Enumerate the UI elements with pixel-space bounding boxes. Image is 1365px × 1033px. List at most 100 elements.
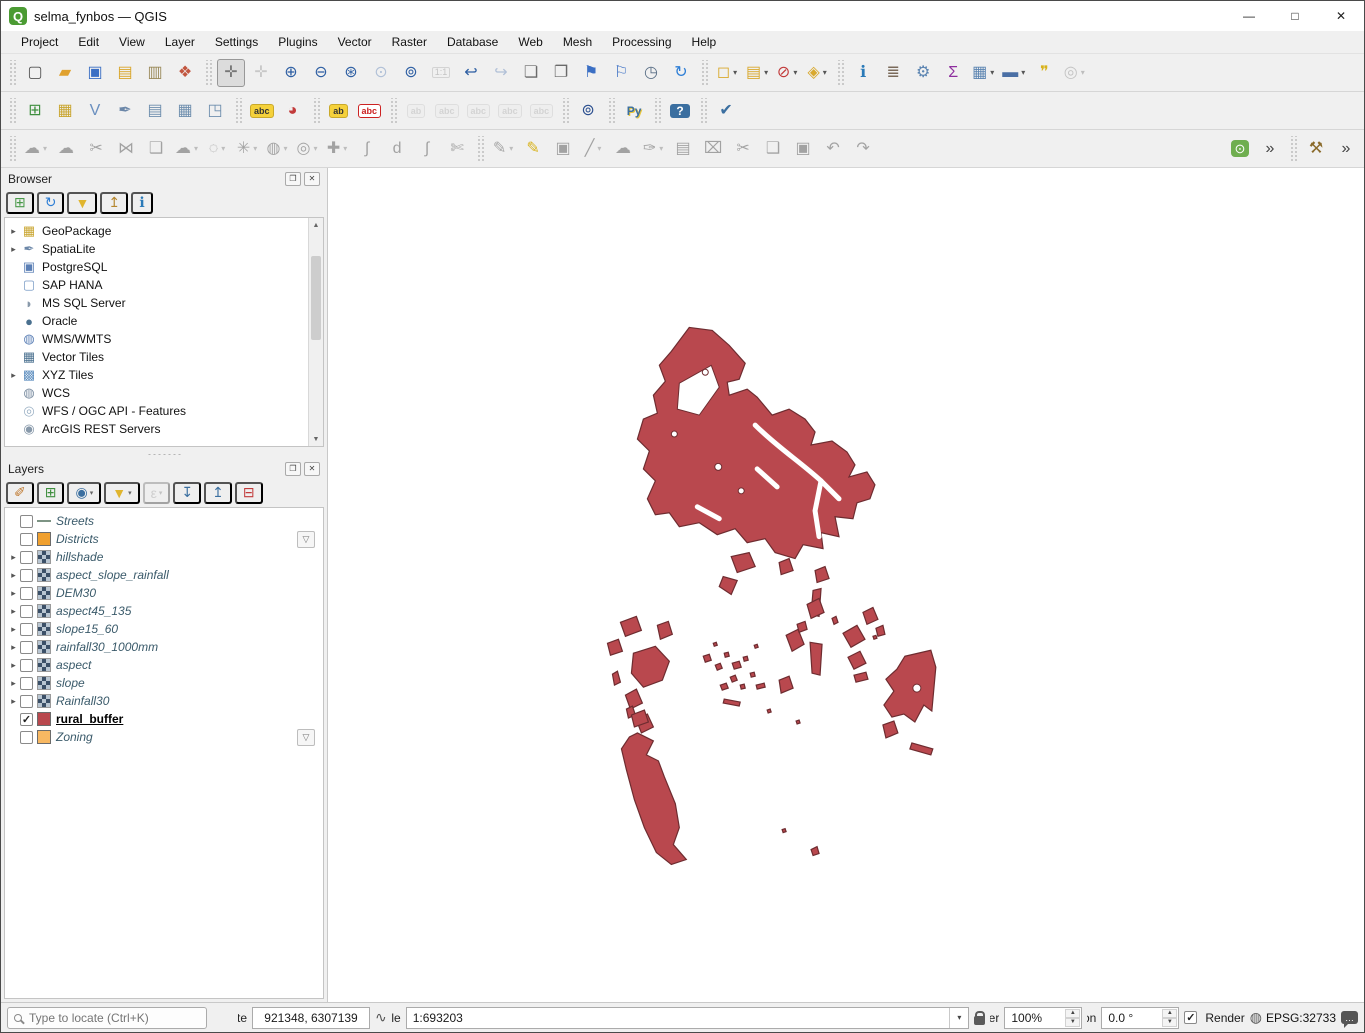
panel-splitter[interactable] [1, 450, 327, 458]
spin-down-icon[interactable]: ▼ [1065, 1018, 1080, 1027]
statistical-summary-button[interactable]: Σ [939, 59, 967, 87]
expander-icon[interactable]: ▸ [7, 624, 20, 635]
plugin-search-button[interactable]: ⊙ [1226, 135, 1254, 163]
browser-item-vector-tiles[interactable]: ▦ Vector Tiles [7, 348, 323, 366]
processing-toolbox-button[interactable]: ⚙ [909, 59, 937, 87]
zoom-in-button[interactable]: ⊕ [277, 59, 305, 87]
browser-item-xyz-tiles[interactable]: ▸ ▩ XYZ Tiles [7, 366, 323, 384]
coordinate-box[interactable]: 921348, 6307139 [252, 1007, 370, 1029]
identify-features-button[interactable]: ℹ [849, 59, 877, 87]
layer-visibility-checkbox[interactable] [20, 605, 33, 618]
expander-icon[interactable]: ▸ [7, 226, 20, 237]
help-contents-button[interactable]: ? [666, 97, 694, 125]
zoom-to-layer-button[interactable]: ⊚ [397, 59, 425, 87]
menu-plugins[interactable]: Plugins [268, 32, 327, 52]
simplify-feature-button[interactable]: ☁ [172, 135, 201, 163]
browser-item-geopackage[interactable]: ▸ ▦ GeoPackage [7, 222, 323, 240]
layer-item-dem30[interactable]: ▸ DEM30 [7, 584, 323, 602]
move-features-button[interactable]: ☁ [52, 135, 80, 163]
undo-button[interactable]: ↶ [819, 135, 847, 163]
rotation-spinner[interactable]: 0.0 ° ▲▼ [1101, 1007, 1179, 1029]
menu-vector[interactable]: Vector [328, 32, 382, 52]
expander-icon[interactable]: ▸ [7, 678, 20, 689]
layer-visibility-checkbox[interactable] [20, 659, 33, 672]
toggle-editing-button[interactable]: ✎ [519, 135, 547, 163]
layer-visibility-checkbox[interactable] [20, 569, 33, 582]
menu-help[interactable]: Help [682, 32, 727, 52]
menu-edit[interactable]: Edit [68, 32, 109, 52]
spin-up-icon[interactable]: ▲ [1162, 1009, 1177, 1018]
layer-visibility-checkbox[interactable] [20, 695, 33, 708]
collapse-all-button[interactable]: ↥ [204, 482, 232, 504]
new-spatial-bookmark-button[interactable]: ⚑ [577, 59, 605, 87]
close-button[interactable]: ✕ [1318, 1, 1364, 31]
browser-item-wfs[interactable]: ◎ WFS / OGC API - Features [7, 402, 323, 420]
scale-dropdown-icon[interactable]: ▾ [949, 1008, 968, 1028]
map-canvas[interactable] [328, 168, 1364, 1002]
layer-visibility-checkbox[interactable] [20, 677, 33, 690]
rotate-label-button[interactable]: abc [495, 97, 525, 125]
vertex-tool-button[interactable]: ✚ [323, 135, 351, 163]
new-spatialite-layer-button[interactable]: ✒ [111, 97, 139, 125]
layer-filter-indicator-icon[interactable]: ▽ [297, 531, 315, 548]
select-features-by-value-button[interactable]: ▤ [743, 59, 771, 87]
expander-icon[interactable]: ▸ [7, 606, 20, 617]
browser-item-arcgis-rest[interactable]: ◉ ArcGIS REST Servers [7, 420, 323, 438]
browser-scrollbar[interactable]: ▲ ▼ [308, 218, 323, 446]
metasearch-button[interactable]: ⊚ [574, 97, 602, 125]
scroll-down-icon[interactable]: ▼ [309, 432, 323, 446]
zoom-full-extent-button[interactable]: ⊛ [337, 59, 365, 87]
scale-combo[interactable]: 1:693203 ▾ [406, 1007, 970, 1029]
field-calculator-button[interactable]: ≣ [879, 59, 907, 87]
new-virtual-layer-button[interactable]: ◳ [201, 97, 229, 125]
layer-item-slope15-60[interactable]: ▸ slope15_60 [7, 620, 323, 638]
copy-paste-features-button[interactable]: ❑ [142, 135, 170, 163]
change-label-button[interactable]: abc [527, 97, 557, 125]
layout-manager-button[interactable]: ▥ [141, 59, 169, 87]
menu-view[interactable]: View [109, 32, 155, 52]
deselect-features-button[interactable]: ⊘ [773, 59, 801, 87]
temporal-controller-button[interactable]: ◷ [637, 59, 665, 87]
browser-item-sap-hana[interactable]: ▢ SAP HANA [7, 276, 323, 294]
current-edits-button[interactable]: ✎ [489, 135, 517, 163]
highlight-pinned-labels-button[interactable]: abc [355, 97, 385, 125]
move-label-button[interactable]: abc [464, 97, 494, 125]
layer-item-rainfall30-1000mm[interactable]: ▸ rainfall30_1000mm [7, 638, 323, 656]
lock-scale-icon[interactable] [974, 1016, 985, 1025]
new-3d-map-view-button[interactable]: ❐ [547, 59, 575, 87]
menu-database[interactable]: Database [437, 32, 508, 52]
layer-item-districts[interactable]: Districts ▽ [7, 530, 323, 548]
new-temporary-scratch-layer-button[interactable]: ▤ [141, 97, 169, 125]
save-project-button[interactable]: ▣ [81, 59, 109, 87]
layer-item-zoning[interactable]: Zoning ▽ [7, 728, 323, 746]
reshape-features-button[interactable]: ✄ [443, 135, 471, 163]
menu-web[interactable]: Web [508, 32, 552, 52]
pan-map-button[interactable]: ✛ [217, 59, 245, 87]
add-group-button[interactable]: ⊞ [37, 482, 65, 504]
show-unplaced-labels-button[interactable]: abc [432, 97, 462, 125]
cut-features-button[interactable]: ✂ [729, 135, 757, 163]
expander-icon[interactable]: ▸ [7, 244, 20, 255]
scroll-up-icon[interactable]: ▲ [309, 218, 323, 232]
magnifier-spinner[interactable]: 100% ▲▼ [1004, 1007, 1082, 1029]
layer-visibility-checkbox[interactable] [20, 731, 33, 744]
expander-icon[interactable]: ▸ [7, 660, 20, 671]
expander-icon[interactable]: ▸ [7, 588, 20, 599]
plugin-tools-button[interactable]: ⚒ [1302, 135, 1330, 163]
new-project-button[interactable]: ▢ [21, 59, 49, 87]
zoom-out-button[interactable]: ⊖ [307, 59, 335, 87]
menu-raster[interactable]: Raster [382, 32, 437, 52]
layer-visibility-checkbox[interactable] [20, 533, 33, 546]
pin-unpin-labels-button[interactable]: ab [325, 97, 353, 125]
browser-item-spatialite[interactable]: ▸ ✒ SpatiaLite [7, 240, 323, 258]
redo-button[interactable]: ↷ [849, 135, 877, 163]
open-project-button[interactable]: ▰ [51, 59, 79, 87]
show-hide-labels-button[interactable]: ab [402, 97, 430, 125]
browser-filter-button[interactable]: ▼ [67, 192, 97, 214]
menu-mesh[interactable]: Mesh [553, 32, 602, 52]
layer-visibility-checkbox[interactable] [20, 551, 33, 564]
messages-icon[interactable]: … [1341, 1011, 1358, 1024]
python-console-button[interactable]: Py [620, 97, 648, 125]
new-shapefile-layer-button[interactable]: V [81, 97, 109, 125]
paste-features-button[interactable]: ▣ [789, 135, 817, 163]
